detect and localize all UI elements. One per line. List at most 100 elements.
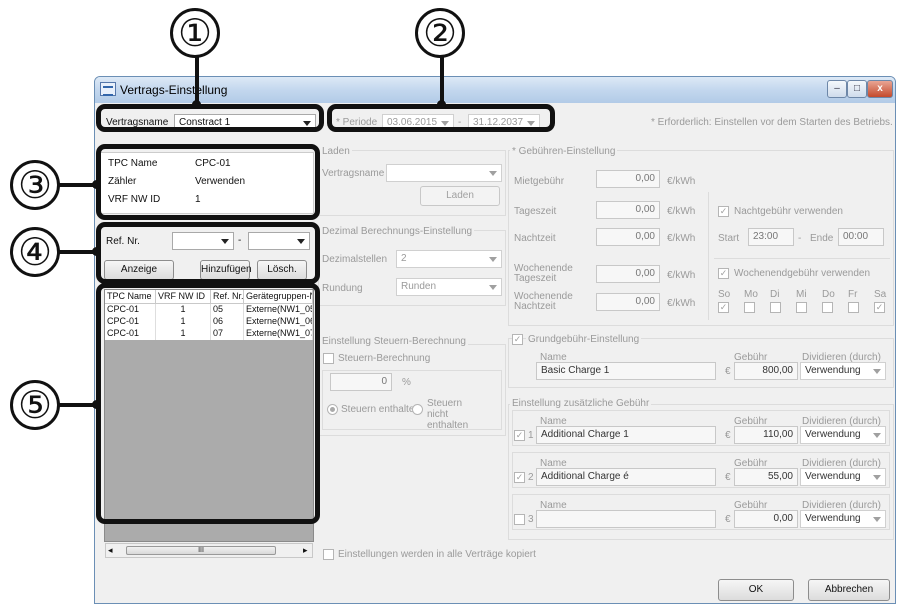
additional-name-input[interactable]: Additional Charge é bbox=[536, 468, 716, 486]
callout-1-dot bbox=[192, 100, 201, 109]
chevron-down-icon bbox=[489, 285, 497, 290]
load-group bbox=[318, 150, 506, 216]
basic-group-title: Grundgebühr-Einstellung bbox=[526, 334, 642, 345]
rounding-select[interactable]: Runden bbox=[396, 278, 502, 296]
tax-included-radio[interactable] bbox=[327, 404, 338, 415]
copy-all-label: Einstellungen werden in alle Verträge ko… bbox=[338, 549, 536, 560]
weekend-day-unit: €/kWh bbox=[667, 270, 696, 281]
tax-percent-input[interactable]: 0 bbox=[330, 373, 392, 391]
day-unit: €/kWh bbox=[667, 206, 696, 217]
night-use-checkbox[interactable]: ✓ bbox=[718, 206, 729, 217]
basic-checkbox[interactable]: ✓ bbox=[512, 334, 523, 345]
close-button[interactable]: x bbox=[867, 80, 893, 98]
ok-button[interactable]: OK bbox=[718, 579, 794, 601]
weekday-checkbox[interactable] bbox=[822, 302, 833, 313]
weekday-checkbox[interactable] bbox=[848, 302, 859, 313]
load-group-title: Laden bbox=[320, 146, 352, 157]
weekday-checkbox[interactable] bbox=[796, 302, 807, 313]
weekend-night-input[interactable]: 0,00 bbox=[596, 293, 660, 311]
weekend-night-unit: €/kWh bbox=[667, 298, 696, 309]
night-start-input[interactable]: 23:00 bbox=[748, 228, 794, 246]
scroll-right-icon[interactable]: ▸ bbox=[303, 545, 308, 556]
night-label: Nachtzeit bbox=[514, 233, 556, 244]
additional-name-input[interactable] bbox=[536, 510, 716, 528]
additional-divide-value: Verwendung bbox=[805, 471, 861, 482]
chevron-down-icon bbox=[489, 171, 497, 176]
night-unit: €/kWh bbox=[667, 233, 696, 244]
additional-name-input[interactable]: Additional Charge 1 bbox=[536, 426, 716, 444]
weekend-use-label: Wochenendgebühr verwenden bbox=[734, 268, 871, 279]
highlight-4 bbox=[96, 222, 320, 284]
decimal-places-select[interactable]: 2 bbox=[396, 250, 502, 268]
chevron-down-icon bbox=[873, 517, 881, 522]
weekday-label: Sa bbox=[874, 289, 887, 300]
cancel-button[interactable]: Abbrechen bbox=[808, 579, 890, 601]
weekday-label: Do bbox=[822, 289, 835, 300]
chevron-down-icon bbox=[873, 475, 881, 480]
additional-divide-select[interactable]: Verwendung bbox=[800, 426, 886, 444]
load-button[interactable]: Laden bbox=[420, 186, 500, 206]
scroll-left-icon[interactable]: ◂ bbox=[108, 545, 113, 556]
weekday-label: Mo bbox=[744, 289, 758, 300]
decimal-group-title: Dezimal Berechnungs-Einstellung bbox=[320, 226, 475, 237]
callout-2-circle: ② bbox=[415, 8, 465, 58]
basic-name-input[interactable]: Basic Charge 1 bbox=[536, 362, 716, 380]
additional-checkbox[interactable]: ✓ bbox=[514, 430, 525, 441]
basic-divide-select[interactable]: Verwendung bbox=[800, 362, 886, 380]
callout-4-dot bbox=[92, 247, 101, 256]
additional-index: 1 bbox=[528, 430, 534, 441]
additional-divide-value: Verwendung bbox=[805, 513, 861, 524]
tax-included-label: Steuern enthalten bbox=[341, 404, 420, 415]
highlight-1 bbox=[96, 104, 324, 132]
weekday-checkbox[interactable] bbox=[744, 302, 755, 313]
window-title: Vertrags-Einstellung bbox=[120, 83, 228, 97]
scrollbar-thumb[interactable]: III bbox=[126, 546, 276, 555]
additional-fee-input[interactable]: 55,00 bbox=[734, 468, 798, 486]
day-label: Tageszeit bbox=[514, 206, 557, 217]
weekday-checkbox[interactable]: ✓ bbox=[718, 302, 729, 313]
additional-fee-input[interactable]: 0,00 bbox=[734, 510, 798, 528]
callout-2-dot bbox=[437, 100, 446, 109]
callout-5-dot bbox=[92, 400, 101, 409]
weekday-checkbox[interactable] bbox=[770, 302, 781, 313]
weekend-day-input[interactable]: 0,00 bbox=[596, 265, 660, 283]
additional-divide-select[interactable]: Verwendung bbox=[800, 510, 886, 528]
callout-1-stem bbox=[195, 50, 199, 106]
tax-not-included-radio[interactable] bbox=[412, 404, 423, 415]
weekend-use-checkbox[interactable]: ✓ bbox=[718, 268, 729, 279]
tax-calc-checkbox[interactable] bbox=[323, 353, 334, 364]
night-end-label: Ende bbox=[810, 233, 834, 244]
fee-divider bbox=[708, 192, 709, 320]
night-input[interactable]: 0,00 bbox=[596, 228, 660, 246]
weekday-checkbox[interactable]: ✓ bbox=[874, 302, 885, 313]
additional-divide-select[interactable]: Verwendung bbox=[800, 468, 886, 486]
rounding-label: Rundung bbox=[322, 283, 363, 294]
weekend-day-label: Wochenende Tageszeit bbox=[514, 263, 573, 284]
weekday-label: Fr bbox=[848, 289, 858, 300]
weekday-label: So bbox=[718, 289, 731, 300]
weekend-divider bbox=[714, 258, 890, 259]
additional-checkbox[interactable]: ✓ bbox=[514, 472, 525, 483]
rent-input[interactable]: 0,00 bbox=[596, 170, 660, 188]
additional-currency: € bbox=[725, 472, 731, 483]
tax-not-included-label: Steuern nicht enthalten bbox=[427, 398, 469, 431]
copy-all-checkbox[interactable] bbox=[323, 549, 334, 560]
callout-3-stem bbox=[58, 183, 96, 187]
callout-3-circle: ③ bbox=[10, 160, 60, 210]
day-input[interactable]: 0,00 bbox=[596, 201, 660, 219]
maximize-button[interactable]: □ bbox=[847, 80, 867, 98]
rent-label: Mietgebühr bbox=[514, 176, 565, 187]
additional-checkbox[interactable] bbox=[514, 514, 525, 525]
fee-group-title: * Gebühren-Einstellung bbox=[510, 146, 618, 157]
night-end-dash: - bbox=[798, 233, 802, 244]
additional-group-title: Einstellung zusätzliche Gebühr bbox=[510, 398, 652, 409]
weekday-label: Mi bbox=[796, 289, 807, 300]
weekend-night-label: Wochenende Nachtzeit bbox=[514, 291, 573, 312]
additional-currency: € bbox=[725, 514, 731, 525]
additional-fee-input[interactable]: 110,00 bbox=[734, 426, 798, 444]
rent-unit: €/kWh bbox=[667, 176, 696, 187]
minimize-button[interactable]: – bbox=[827, 80, 847, 98]
load-contract-select[interactable] bbox=[386, 164, 502, 182]
night-end-input[interactable]: 00:00 bbox=[838, 228, 884, 246]
basic-fee-input[interactable]: 800,00 bbox=[734, 362, 798, 380]
